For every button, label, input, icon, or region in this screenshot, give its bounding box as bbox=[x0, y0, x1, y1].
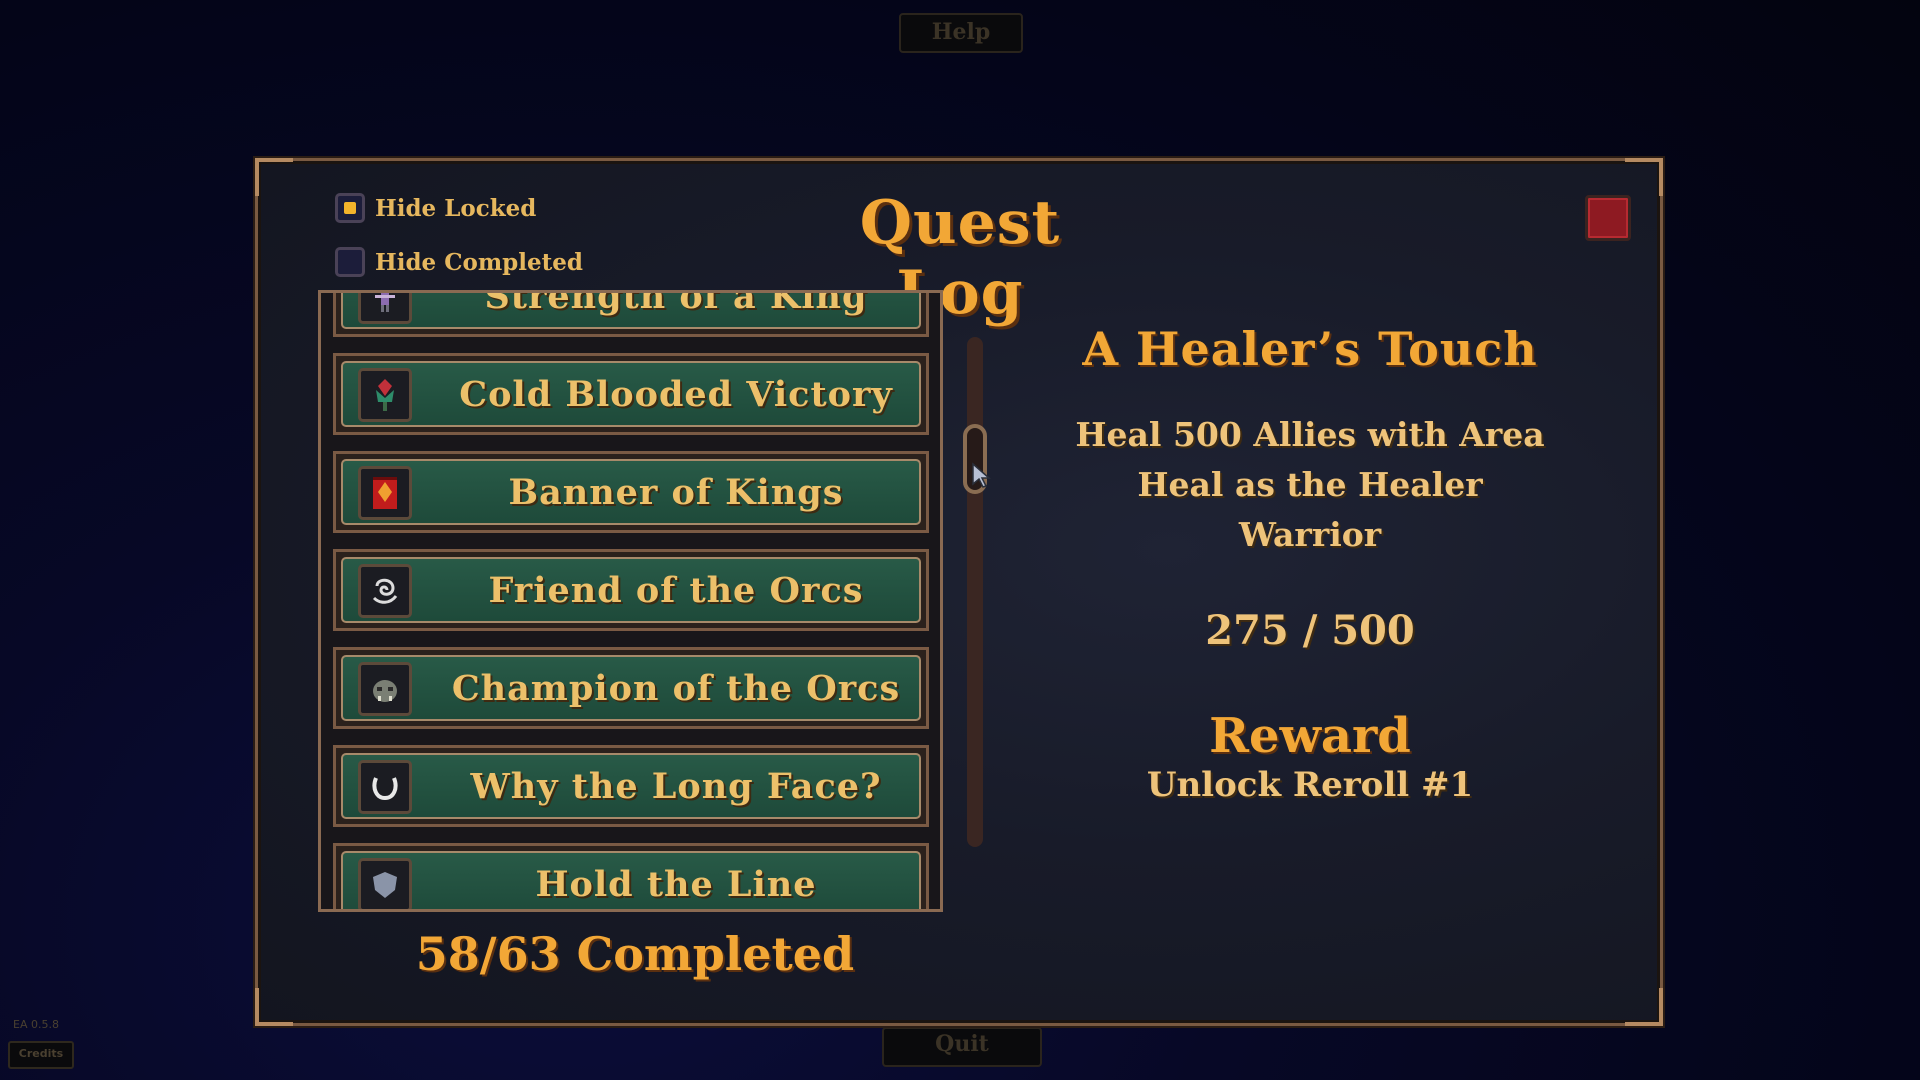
completed-count: 58/63 Completed bbox=[415, 927, 855, 981]
close-button[interactable] bbox=[1585, 195, 1631, 241]
hide-completed-toggle[interactable]: Hide Completed bbox=[335, 247, 583, 277]
quit-button[interactable]: Quit bbox=[882, 1027, 1042, 1067]
orc-head-icon bbox=[358, 662, 412, 716]
quest-label: Why the Long Face? bbox=[470, 765, 882, 807]
quest-label: Hold the Line bbox=[535, 863, 817, 905]
figure-icon bbox=[358, 293, 412, 324]
quest-item-banner-of-kings[interactable]: Banner of Kings bbox=[333, 451, 929, 533]
quest-label: Banner of Kings bbox=[508, 471, 844, 513]
hide-completed-label: Hide Completed bbox=[375, 248, 583, 276]
reward-text: Unlock Reroll #1 bbox=[1146, 765, 1474, 805]
hide-locked-toggle[interactable]: Hide Locked bbox=[335, 193, 536, 223]
hide-locked-checkbox[interactable] bbox=[335, 193, 365, 223]
quest-item-hold-the-line[interactable]: Hold the Line bbox=[333, 843, 929, 909]
credits-button[interactable]: Credits bbox=[8, 1041, 74, 1069]
quest-item-strength-of-a-king[interactable]: Strength of a King bbox=[333, 290, 929, 337]
shield-icon bbox=[358, 858, 412, 909]
quest-list-scrollbar[interactable] bbox=[967, 337, 983, 847]
quest-list: Strength of a King Cold Blooded Victory … bbox=[318, 290, 943, 912]
hide-completed-checkbox[interactable] bbox=[335, 247, 365, 277]
quest-detail-description: Heal 500 Allies with Area Heal as the He… bbox=[1075, 415, 1545, 554]
quest-label: Strength of a King bbox=[484, 290, 868, 317]
quest-item-friend-of-the-orcs[interactable]: Friend of the Orcs bbox=[333, 549, 929, 631]
quest-detail-title: A Healer’s Touch bbox=[1082, 322, 1538, 376]
quest-label: Friend of the Orcs bbox=[488, 569, 864, 611]
swirl-icon bbox=[358, 564, 412, 618]
quest-item-why-the-long-face[interactable]: Why the Long Face? bbox=[333, 745, 929, 827]
mouse-cursor-icon bbox=[971, 462, 993, 488]
hide-locked-label: Hide Locked bbox=[375, 194, 537, 222]
quest-item-champion-of-the-orcs[interactable]: Champion of the Orcs bbox=[333, 647, 929, 729]
help-button[interactable]: Help bbox=[899, 13, 1023, 53]
reward-heading: Reward bbox=[1209, 708, 1411, 764]
horseshoe-icon bbox=[358, 760, 412, 814]
flower-icon bbox=[358, 368, 412, 422]
quest-item-cold-blooded-victory[interactable]: Cold Blooded Victory bbox=[333, 353, 929, 435]
version-label: EA 0.5.8 bbox=[13, 1018, 59, 1031]
quest-label: Champion of the Orcs bbox=[451, 667, 901, 709]
banner-icon bbox=[358, 466, 412, 520]
quest-progress: 275 / 500 bbox=[1205, 607, 1415, 654]
quest-label: Cold Blooded Victory bbox=[459, 373, 893, 415]
